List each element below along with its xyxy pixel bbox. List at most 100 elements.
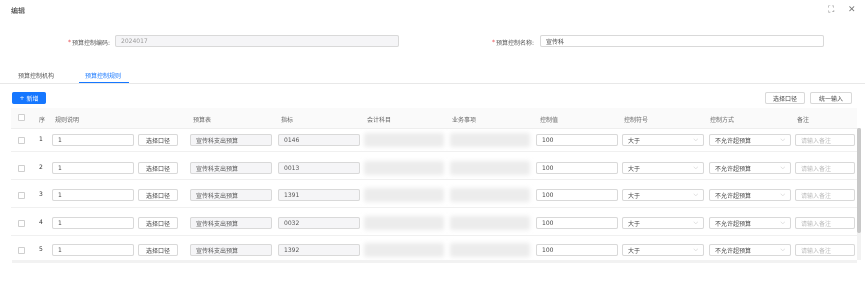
row-checkbox[interactable] (18, 137, 25, 144)
code-label-text: 预算控制编码: (72, 40, 111, 47)
symbol-select[interactable]: 大于 ⌵ (622, 244, 704, 256)
rule-input[interactable]: 1 (52, 217, 134, 229)
symbol-select[interactable]: 大于 ⌵ (622, 217, 704, 229)
redacted-account (364, 188, 444, 202)
tab-control-org[interactable]: 预算控制机构 (18, 71, 54, 80)
row-select-scope-button[interactable]: 选择口径 (138, 189, 178, 201)
row-index: 3 (39, 191, 43, 198)
expand-icon[interactable]: ⛶ (828, 5, 834, 15)
mode-value: 不允许超预算 (715, 220, 752, 228)
remark-input[interactable]: 请输入备注 (795, 162, 855, 174)
rule-input[interactable]: 1 (52, 189, 134, 201)
name-label: * 预算控制名称: (492, 38, 534, 47)
select-all-checkbox[interactable] (18, 114, 25, 121)
mode-select[interactable]: 不允许超预算 ⌵ (709, 217, 791, 229)
row-select-scope-button[interactable]: 选择口径 (138, 162, 178, 174)
mode-value: 不允许超预算 (715, 247, 752, 255)
vertical-scrollbar-thumb[interactable] (857, 128, 861, 233)
budget-field: 宣传科支出预算 (190, 189, 272, 201)
remark-input[interactable]: 请输入备注 (795, 217, 855, 229)
budget-field: 宣传科支出预算 (190, 217, 272, 229)
chevron-down-icon: ⌵ (693, 246, 698, 253)
value-input[interactable]: 100 (536, 217, 618, 229)
budget-field: 宣传科支出预算 (190, 244, 272, 256)
mode-select[interactable]: 不允许超预算 ⌵ (709, 134, 791, 146)
symbol-value: 大于 (628, 247, 641, 255)
mode-value: 不允许超预算 (715, 192, 752, 200)
redacted-business (450, 133, 530, 147)
value-input[interactable]: 100 (536, 244, 618, 256)
indicator-field: 1391 (278, 189, 360, 201)
required-mark: * (68, 38, 71, 46)
tabs-divider (0, 83, 865, 84)
rule-input[interactable]: 1 (52, 244, 134, 256)
indicator-field: 0013 (278, 162, 360, 174)
dialog-title: 编辑 (11, 7, 25, 15)
redacted-business (450, 216, 530, 230)
row-divider (11, 179, 857, 180)
required-mark: * (492, 38, 495, 46)
horizontal-scrollbar[interactable] (12, 260, 857, 263)
redacted-account (364, 161, 444, 175)
add-button[interactable]: + 新增 (12, 92, 46, 104)
unified-input-button[interactable]: 统一输入 (810, 92, 852, 104)
row-select-scope-button[interactable]: 选择口径 (138, 244, 178, 256)
remark-input[interactable]: 请输入备注 (795, 244, 855, 256)
indicator-field: 0032 (278, 217, 360, 229)
row-checkbox[interactable] (18, 247, 25, 254)
code-label: * 预算控制编码: (68, 38, 110, 47)
chevron-down-icon: ⌵ (693, 164, 698, 171)
row-checkbox[interactable] (18, 165, 25, 172)
row-checkbox[interactable] (18, 220, 25, 227)
mode-value: 不允许超预算 (715, 165, 752, 173)
symbol-value: 大于 (628, 165, 641, 173)
symbol-select[interactable]: 大于 ⌵ (622, 134, 704, 146)
chevron-down-icon: ⌵ (780, 136, 785, 143)
close-icon[interactable]: ✕ (848, 5, 856, 15)
row-index: 2 (39, 164, 43, 171)
col-rule: 规则说明 (55, 117, 80, 124)
chevron-down-icon: ⌵ (780, 246, 785, 253)
value-input[interactable]: 100 (536, 134, 618, 146)
value-input[interactable]: 100 (536, 162, 618, 174)
mode-select[interactable]: 不允许超预算 ⌵ (709, 162, 791, 174)
mode-value: 不允许超预算 (715, 137, 752, 145)
plus-icon: + (19, 94, 25, 102)
redacted-business (450, 161, 530, 175)
chevron-down-icon: ⌵ (693, 219, 698, 226)
row-checkbox[interactable] (18, 192, 25, 199)
mode-select[interactable]: 不允许超预算 ⌵ (709, 189, 791, 201)
col-mode: 控制方式 (710, 117, 735, 124)
symbol-select[interactable]: 大于 ⌵ (622, 162, 704, 174)
value-input[interactable]: 100 (536, 189, 618, 201)
code-field[interactable]: 2024017 (115, 35, 399, 47)
col-business: 业务事项 (452, 117, 477, 124)
row-divider (11, 151, 857, 152)
select-scope-button[interactable]: 选择口径 (765, 92, 805, 104)
row-index: 5 (39, 246, 43, 253)
col-remark: 备注 (797, 117, 810, 124)
symbol-select[interactable]: 大于 ⌵ (622, 189, 704, 201)
budget-field: 宣传科支出预算 (190, 162, 272, 174)
rule-input[interactable]: 1 (52, 162, 134, 174)
name-label-text: 预算控制名称: (496, 40, 535, 47)
redacted-business (450, 243, 530, 257)
rule-input[interactable]: 1 (52, 134, 134, 146)
redacted-business (450, 188, 530, 202)
tab-control-rules[interactable]: 预算控制规则 (85, 71, 121, 80)
remark-input[interactable]: 请输入备注 (795, 134, 855, 146)
col-symbol: 控制符号 (624, 117, 649, 124)
name-field[interactable]: 宣传科 (540, 35, 824, 47)
col-account: 会计科目 (367, 117, 392, 124)
mode-select[interactable]: 不允许超预算 ⌵ (709, 244, 791, 256)
row-divider (11, 207, 857, 208)
chevron-down-icon: ⌵ (693, 136, 698, 143)
row-index: 1 (39, 136, 43, 143)
remark-input[interactable]: 请输入备注 (795, 189, 855, 201)
row-select-scope-button[interactable]: 选择口径 (138, 217, 178, 229)
col-value: 控制值 (540, 117, 559, 124)
col-index: 序 (39, 117, 46, 124)
row-select-scope-button[interactable]: 选择口径 (138, 134, 178, 146)
indicator-field: 0146 (278, 134, 360, 146)
indicator-field: 1392 (278, 244, 360, 256)
